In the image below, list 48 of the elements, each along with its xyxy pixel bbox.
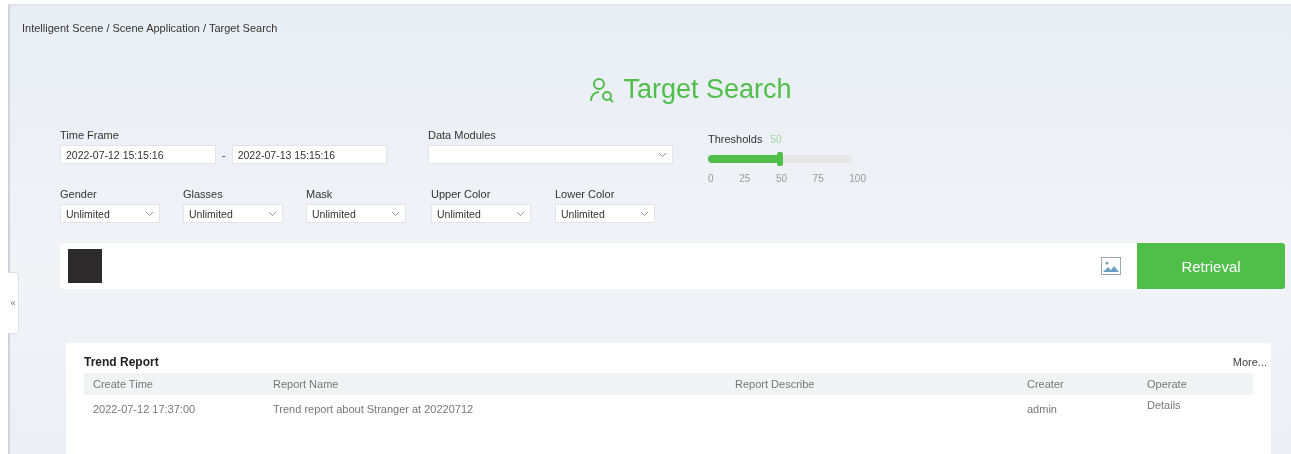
attribute-select[interactable]: Unlimited [60,204,160,223]
tick-label: 75 [812,173,824,184]
chevron-down-icon [268,210,277,217]
chevron-down-icon [391,210,400,217]
chevron-down-icon [658,151,667,158]
table-cell: 2022-07-12 17:37:00 [93,403,196,415]
image-icon[interactable] [1101,257,1121,275]
attribute-select[interactable]: Unlimited [306,204,406,223]
collapse-toggle[interactable]: « [8,272,19,334]
photo-placeholder [68,249,102,283]
slider-thumb[interactable] [777,152,783,166]
image-search-field[interactable] [60,243,1137,289]
column-header: Report Name [264,373,726,395]
chevron-down-icon [145,210,154,217]
card-title: Trend Report [84,355,159,369]
table-cell: admin [1027,403,1057,415]
chevron-down-icon [516,210,525,217]
threshold-reading: 50 [770,134,782,145]
field-label: Gender [60,188,98,200]
person-search-icon [589,76,616,103]
column-header: Report Describe [726,373,1018,395]
tick-label: 50 [775,173,787,184]
chevron-down-icon [640,210,649,217]
field-label: Glasses [183,188,224,200]
threshold-slider[interactable] [708,155,852,163]
tick-label: 25 [739,173,751,184]
data-modules-select[interactable] [428,145,673,164]
field-label: Data Modules [428,129,497,141]
attribute-select[interactable]: Unlimited [555,204,655,223]
end-time-field[interactable]: 2022-07-13 15:15:16 [231,145,387,164]
start-time-field[interactable]: 2022-07-12 15:15:16 [60,145,216,164]
column-header: Create Time [84,373,264,395]
page-title: Target Search [623,74,792,105]
attribute-select[interactable]: Unlimited [183,204,283,223]
column-header: Operate [1138,373,1253,395]
field-label: Lower Color [555,188,616,200]
tick-label: 0 [708,173,714,184]
field-label: Mask [306,188,334,200]
tick-label: 100 [849,173,866,184]
column-header: Creater [1018,373,1138,395]
field-label: Time Frame [60,129,120,141]
range-separator: - [222,148,226,161]
attribute-select[interactable]: Unlimited [431,204,531,223]
more-link[interactable]: More... [1232,356,1267,368]
breadcrumb: Intelligent Scene / Scene Application / Target Search [22,22,279,34]
table-cell: Trend report about Stranger at 20220712 [273,403,474,415]
field-label: Upper Color [431,188,492,200]
field-label: Thresholds [708,133,763,145]
